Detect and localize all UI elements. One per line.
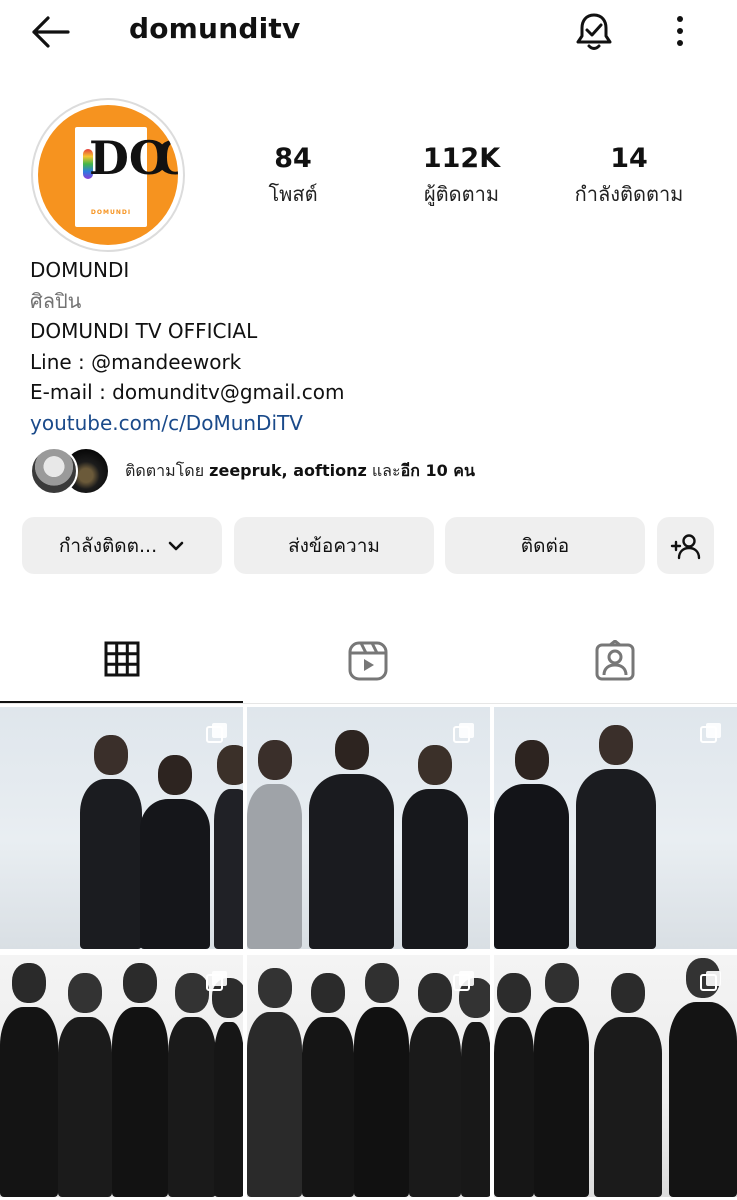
multiple-images-icon [700,723,721,743]
posts-grid [0,707,737,1200]
post-tile[interactable] [0,707,243,949]
notification-bell-check-icon [576,13,612,50]
message-button-label: ส่งข้อความ [288,534,380,557]
multiple-images-icon [206,723,227,743]
more-options-button[interactable] [664,12,696,52]
posts-count: 84 [274,143,312,174]
top-bar: domunditv [0,0,737,64]
tagged-person-icon [595,640,634,681]
profile-avatar[interactable]: DꝎ DOMUNDI [31,98,185,252]
stat-followers[interactable]: 112K ผู้ติดตาม [404,143,519,210]
post-tile[interactable] [494,707,737,949]
reels-icon [348,641,387,681]
more-vertical-icon [677,16,683,46]
posts-label: โพสต์ [268,182,318,206]
mutual-followers[interactable]: ติดตามโดย zeepruk, aoftionz และอีก 10 คน [30,447,710,495]
back-button[interactable] [26,12,74,52]
multiple-images-icon [206,971,227,991]
notifications-button[interactable] [572,10,616,54]
stat-following[interactable]: 14 กำลังติดตาม [563,143,695,210]
avatar-logo-caption: DOMUNDI [90,209,132,216]
bio-line: E-mail : domunditv@gmail.com [30,380,345,404]
tab-posts[interactable] [0,630,243,704]
post-tile[interactable] [247,707,490,949]
add-user-icon [670,533,700,559]
tabs-divider [0,703,737,704]
bio-line: DOMUNDI TV OFFICIAL [30,319,258,343]
bio-line: Line : @mandeework [30,349,242,374]
post-tile[interactable] [247,955,490,1197]
add-user-button[interactable] [657,517,714,574]
profile-tabs [0,630,737,704]
avatar [30,447,78,495]
contact-button-label: ติดต่อ [520,534,570,557]
mutual-names: zeepruk, aoftionz [209,461,367,480]
mutual-prefix: ติดตามโดย [125,461,210,480]
multiple-images-icon [453,971,474,991]
stat-posts[interactable]: 84 โพสต์ [243,143,343,210]
post-tile[interactable] [0,955,243,1197]
multiple-images-icon [700,971,721,991]
message-button[interactable]: ส่งข้อความ [234,517,434,574]
following-button[interactable]: กำลังติดต... [22,517,222,574]
following-label: กำลังติดตาม [574,182,684,206]
avatar-logo-glyph: DꝎ [89,131,178,185]
followers-count: 112K [422,143,501,174]
profile-display-name: DOMUNDI [30,258,130,282]
tab-reels[interactable] [245,630,490,704]
bio-link[interactable]: youtube.com/c/DoMunDiTV [30,408,344,439]
profile-bio: DOMUNDI ศิลปิน DOMUNDI TV OFFICIAL Line … [30,255,344,438]
mutual-followers-text: ติดตามโดย zeepruk, aoftionz และอีก 10 คน [125,459,475,484]
arrow-left-icon [32,16,70,48]
mutual-and: และ [366,461,401,480]
chevron-down-icon [168,541,184,550]
following-button-label: กำลังติดต... [58,534,158,557]
contact-button[interactable]: ติดต่อ [445,517,645,574]
grid-icon [104,641,139,677]
following-count: 14 [610,143,648,174]
multiple-images-icon [453,723,474,743]
post-tile[interactable] [494,955,737,1197]
tab-tagged[interactable] [492,630,737,704]
avatar-logo-card: DꝎ DOMUNDI [75,127,178,227]
followers-label: ผู้ติดตาม [423,182,500,206]
profile-category: ศิลปิน [30,288,82,313]
avatar-logo: DꝎ DOMUNDI [38,105,178,245]
profile-username: domunditv [129,12,301,45]
mutual-others: อีก 10 คน [400,461,475,480]
